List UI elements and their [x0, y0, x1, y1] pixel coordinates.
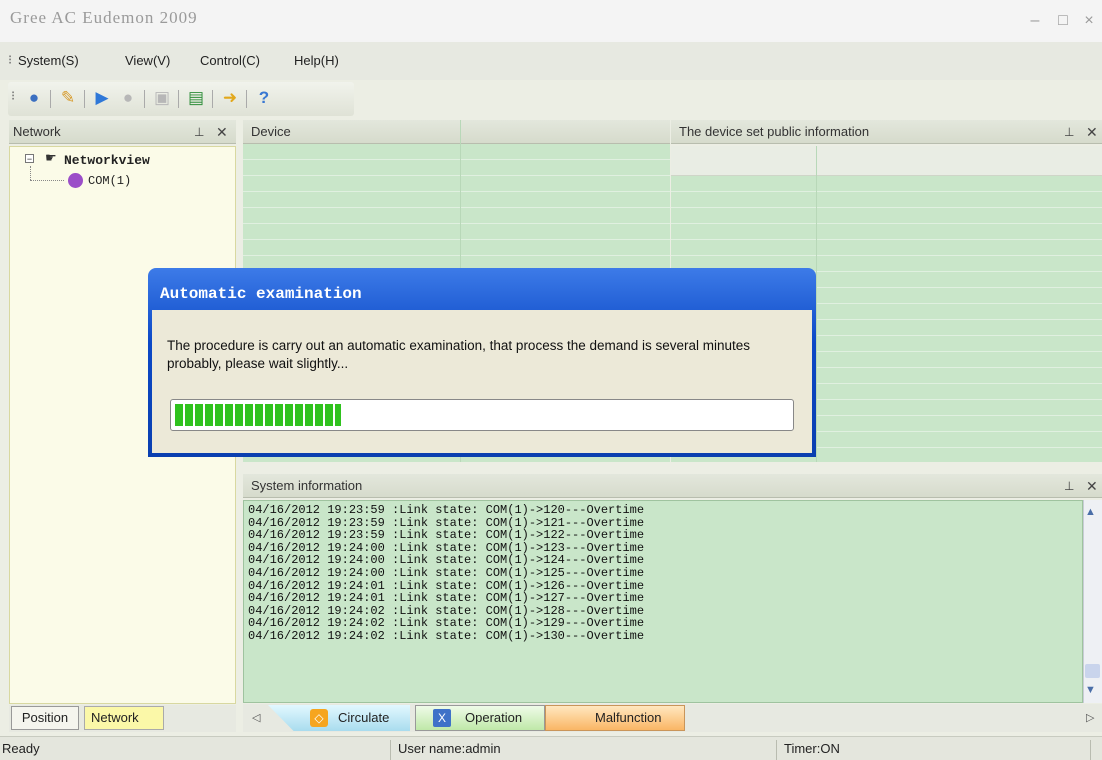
tab-scroll-left-icon[interactable]: ◁: [252, 711, 260, 724]
dialog-body: [152, 310, 812, 453]
tab-scroll-right-icon[interactable]: ▷: [1086, 711, 1094, 724]
pin-icon[interactable]: ⊥: [1064, 125, 1074, 139]
help-icon[interactable]: ?: [252, 86, 276, 110]
toolbar-separator: [50, 90, 51, 108]
disk-icon[interactable]: ▣: [150, 86, 174, 110]
close-icon[interactable]: ✕: [1086, 124, 1098, 141]
log-line: 04/16/2012 19:24:02 :Link state: COM(1)-…: [248, 628, 645, 643]
network-panel-title: Network: [13, 124, 61, 139]
toolbar-separator: [178, 90, 179, 108]
column-divider: [816, 146, 817, 462]
toolbar-separator: [212, 90, 213, 108]
status-separator: [390, 740, 391, 760]
status-user: User name:admin: [398, 741, 501, 756]
menu-system[interactable]: System(S): [18, 53, 79, 68]
operation-icon: X: [433, 709, 451, 727]
toolbar-grip-icon: ⁝: [11, 88, 16, 103]
device-panel-title: Device: [251, 124, 291, 139]
stop-icon[interactable]: ●: [116, 86, 140, 110]
status-timer: Timer:ON: [784, 741, 840, 756]
log-line: 04/16/2012 19:23:59 :Link state: COM(1)-…: [248, 528, 645, 543]
com-port-icon: [68, 173, 83, 188]
system-panel-title: System information: [251, 478, 363, 493]
window-title: Gree AC Eudemon 2009: [10, 8, 198, 27]
tab-malfunction-label: Malfunction: [595, 710, 662, 725]
play-icon[interactable]: ▶: [90, 86, 114, 110]
tab-position[interactable]: Position: [11, 706, 79, 730]
chart-icon[interactable]: ▤: [184, 86, 208, 110]
pin-icon[interactable]: ⊥: [1064, 479, 1074, 493]
wrench-icon[interactable]: ✎: [56, 86, 80, 110]
circulate-icon: ◇: [310, 709, 328, 727]
exit-arrow-icon[interactable]: ➜: [218, 86, 242, 110]
tree-com-label[interactable]: COM(1): [88, 174, 131, 188]
dialog-message: The procedure is carry out an automatic …: [167, 338, 751, 371]
dialog-title: Automatic examination: [160, 285, 362, 303]
tree-line: [30, 166, 31, 180]
collapse-icon[interactable]: −: [25, 154, 34, 164]
public-panel-title: The device set public information: [679, 124, 870, 139]
maximize-button[interactable]: □: [1054, 12, 1072, 30]
system-log[interactable]: 04/16/2012 19:23:59 :Link state: COM(1)-…: [243, 500, 1083, 703]
status-separator: [1090, 740, 1091, 760]
menu-view[interactable]: View(V): [125, 53, 170, 68]
log-line: 04/16/2012 19:24:01 :Link state: COM(1)-…: [248, 591, 645, 606]
close-icon[interactable]: ✕: [216, 124, 228, 141]
status-bar: [0, 736, 1102, 760]
toolbar-separator: [84, 90, 85, 108]
status-separator: [776, 740, 777, 760]
system-panel-header: System information: [243, 474, 1102, 498]
menu-help[interactable]: Help(H): [294, 53, 339, 68]
menu-control[interactable]: Control(C): [200, 53, 260, 68]
close-icon[interactable]: ✕: [1086, 478, 1098, 495]
tab-network[interactable]: Network: [84, 706, 164, 730]
tab-malfunction[interactable]: Malfunction: [545, 705, 685, 731]
toolbar-separator: [144, 90, 145, 108]
log-line: 04/16/2012 19:24:00 :Link state: COM(1)-…: [248, 565, 645, 580]
scroll-thumb[interactable]: [1085, 664, 1100, 678]
log-line: 04/16/2012 19:23:59 :Link state: COM(1)-…: [248, 503, 645, 517]
users-icon[interactable]: ●: [22, 86, 46, 110]
progress-fill: [175, 404, 341, 426]
scroll-up-icon[interactable]: ▲: [1085, 506, 1096, 518]
status-ready: Ready: [2, 741, 40, 756]
tree-root-label[interactable]: Networkview: [64, 153, 150, 168]
network-root-icon: ☛: [45, 150, 57, 165]
tab-operation[interactable]: X Operation: [415, 705, 545, 731]
public-grid-header-row: [671, 146, 1102, 176]
pin-icon[interactable]: ⊥: [194, 125, 204, 139]
toolbar-separator: [246, 90, 247, 108]
minimize-button[interactable]: –: [1026, 12, 1044, 30]
public-panel-header: The device set public information: [671, 120, 1102, 144]
tab-operation-label: Operation: [465, 710, 523, 725]
menu-grip-icon: ⁝: [8, 52, 13, 67]
device-panel-header: Device: [243, 120, 670, 144]
close-button[interactable]: ×: [1080, 12, 1098, 30]
tree-line: [30, 180, 64, 181]
scroll-down-icon[interactable]: ▼: [1085, 684, 1096, 696]
tab-circulate-label: Circulate: [338, 710, 390, 725]
